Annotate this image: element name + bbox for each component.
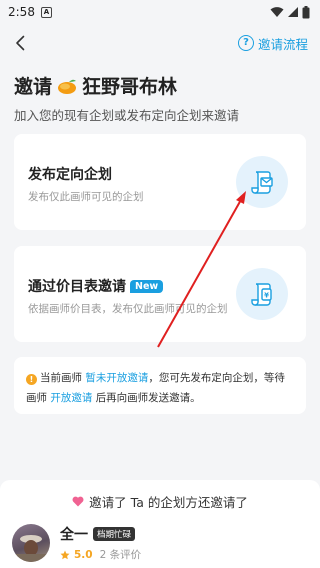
busy-status-badge: 档期忙碌 [93,527,136,541]
document-mail-icon [236,156,288,208]
wifi-icon [270,7,284,17]
review-count: 2 条评价 [99,549,142,561]
rating-value: 5.0 [74,548,93,561]
open-invite-link[interactable]: 开放邀请 [50,392,92,404]
svg-text:¥: ¥ [264,292,269,300]
avatar [12,524,50,562]
page-title: 邀请 狂野哥布林 [14,72,306,99]
status-time: 2:58 [8,5,35,19]
status-bar: 2:58 A [0,0,320,24]
heart-icon [72,496,84,507]
card-desc: 发布仅此画师可见的企划 [28,191,144,203]
mango-icon [58,79,77,94]
invite-flow-link[interactable]: ? 邀请流程 [237,34,308,53]
invite-flow-label: 邀请流程 [257,36,308,52]
invite-closed-notice: ! 当前画师 暂未开放邀请，您可先发布定向企划，等待画师 开放邀请 后再向画师发送… [14,357,306,414]
title-prefix: 邀请 [14,76,53,98]
artist-name: 全一 [60,527,88,543]
question-circle-icon: ? [237,35,254,51]
also-invited-label: 邀请了 Ta 的企划方还邀请了 [89,495,248,510]
new-badge: New [130,279,164,293]
related-artists-panel: 邀请了 Ta 的企划方还邀请了 全一 档期忙碌 5.0 2 条评价 [0,480,320,568]
notice-text: 当前画师 [40,372,82,384]
card-desc: 依据画师价目表，发布仅此画师可见的企划 [28,303,228,315]
signal-icon [288,7,298,17]
card-title: 通过价目表邀请 [28,279,126,295]
artist-item[interactable]: 全一 档期忙碌 5.0 2 条评价 [12,524,141,562]
back-button[interactable] [10,33,30,53]
invite-closed-link[interactable]: 暂未开放邀请 [85,372,148,384]
page-subtitle: 加入您的现有企划或发布定向企划来邀请 [14,108,240,123]
battery-icon [302,5,310,18]
info-icon: ! [26,374,37,385]
price-list-invite-card[interactable]: 通过价目表邀请 New 依据画师价目表，发布仅此画师可见的企划 ¥ [14,246,306,342]
nav-bar: ? 邀请流程 [0,24,320,62]
document-price-icon: ¥ [236,268,288,320]
notice-text: 后再向画师发送邀请。 [95,392,201,404]
app-notification-icon: A [40,6,52,18]
card-title: 发布定向企划 [28,167,112,183]
star-icon [60,550,70,559]
chevron-left-icon [16,35,25,51]
publish-targeted-project-card[interactable]: 发布定向企划 发布仅此画师可见的企划 [14,134,306,230]
artist-title-name: 狂野哥布林 [82,76,178,98]
